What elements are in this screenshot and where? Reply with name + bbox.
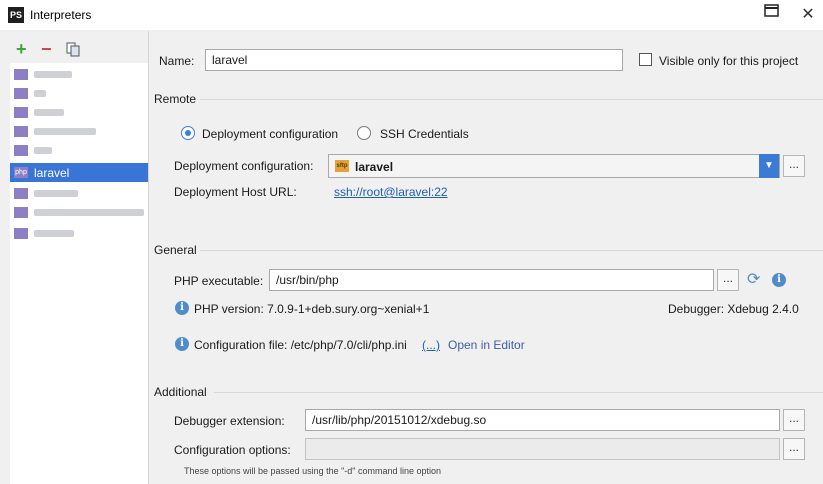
window-title: Interpreters <box>30 8 92 22</box>
interpreter-list: php laravel <box>10 63 148 484</box>
close-button[interactable]: ✕ <box>796 4 820 24</box>
php-interpreter-icon <box>14 126 28 137</box>
list-item[interactable] <box>10 122 148 141</box>
section-divider <box>200 99 823 100</box>
blurred-label <box>34 190 78 197</box>
info-icon: i <box>175 337 189 351</box>
deployment-config-label: Deployment configuration: <box>174 159 314 173</box>
list-item-label: laravel <box>34 165 70 180</box>
deployment-config-radio-label: Deployment configuration <box>202 127 339 141</box>
php-interpreter-icon <box>14 188 28 199</box>
list-item[interactable] <box>10 65 148 84</box>
php-interpreter-icon <box>14 145 28 156</box>
deployment-config-radio[interactable] <box>181 126 195 140</box>
list-item[interactable] <box>10 224 148 243</box>
ssh-credentials-radio-label: SSH Credentials <box>380 127 469 141</box>
section-title-additional: Additional <box>154 385 207 399</box>
visible-only-label: Visible only for this project <box>659 54 799 68</box>
blurred-label <box>34 109 64 116</box>
section-divider <box>200 250 823 251</box>
php-interpreter-icon <box>14 88 28 99</box>
visible-only-checkbox[interactable] <box>639 53 652 66</box>
debugger-extension-browse-button[interactable]: ... <box>783 409 805 431</box>
php-interpreter-icon <box>14 107 28 118</box>
name-input[interactable]: laravel <box>205 49 623 71</box>
title-bar <box>0 0 823 30</box>
restore-icon <box>764 4 779 17</box>
list-item[interactable] <box>10 184 148 203</box>
blurred-label <box>34 90 46 97</box>
php-interpreter-icon <box>14 69 28 80</box>
panel-divider <box>148 31 149 484</box>
config-options-hint: These options will be passed using the "… <box>184 466 442 476</box>
restore-button[interactable] <box>756 1 786 21</box>
config-options-label: Configuration options: <box>174 443 291 457</box>
deployment-config-browse-button[interactable]: ... <box>783 155 805 177</box>
blurred-label <box>34 209 144 216</box>
section-title-remote: Remote <box>154 92 197 106</box>
blurred-label <box>34 230 74 237</box>
php-interpreter-icon: php <box>14 167 28 178</box>
ssh-credentials-radio[interactable] <box>357 126 371 140</box>
debugger-text: Debugger: Xdebug 2.4.0 <box>668 302 799 316</box>
list-item[interactable] <box>10 141 148 160</box>
php-version-text: PHP version: 7.0.9-1+deb.sury.org~xenial… <box>194 302 430 316</box>
config-options-input[interactable] <box>305 438 780 460</box>
phpstorm-icon: PS <box>8 7 24 23</box>
copy-icon <box>66 42 80 57</box>
debugger-extension-label: Debugger extension: <box>174 414 285 428</box>
debugger-extension-input[interactable]: /usr/lib/php/20151012/xdebug.so <box>305 409 780 431</box>
php-interpreter-icon <box>14 228 28 239</box>
php-executable-browse-button[interactable]: ... <box>717 269 739 291</box>
open-in-editor-link[interactable]: Open in Editor <box>448 338 525 352</box>
deployment-config-select[interactable]: sftp laravel ▼ <box>328 154 780 178</box>
sftp-icon: sftp <box>335 160 349 172</box>
config-options-browse-button[interactable]: ... <box>783 438 805 460</box>
reload-icon[interactable]: ⟳ <box>747 272 760 288</box>
remove-interpreter-button[interactable]: − <box>41 40 52 58</box>
name-label: Name: <box>159 54 195 68</box>
list-item[interactable] <box>10 203 148 222</box>
info-icon: i <box>175 301 189 315</box>
config-file-text: Configuration file: /etc/php/7.0/cli/php… <box>194 338 407 352</box>
config-file-more-link[interactable]: (...) <box>422 338 440 352</box>
section-divider <box>214 392 823 393</box>
php-executable-input[interactable]: /usr/bin/php <box>269 269 714 291</box>
info-icon[interactable]: i <box>772 273 786 287</box>
host-url-label: Deployment Host URL: <box>174 185 297 199</box>
list-item[interactable] <box>10 84 148 103</box>
php-interpreter-icon <box>14 207 28 218</box>
blurred-label <box>34 147 52 154</box>
deployment-config-value: laravel <box>355 160 394 174</box>
add-interpreter-button[interactable]: + <box>16 40 27 58</box>
blurred-label <box>34 128 96 135</box>
chevron-down-icon[interactable]: ▼ <box>759 154 779 178</box>
section-title-general: General <box>154 243 197 257</box>
blurred-label <box>34 71 72 78</box>
list-item[interactable] <box>10 103 148 122</box>
php-executable-label: PHP executable: <box>174 274 264 288</box>
list-item-laravel[interactable]: php laravel <box>10 163 148 182</box>
host-url-link[interactable]: ssh://root@laravel:22 <box>334 185 448 199</box>
copy-interpreter-button[interactable] <box>66 42 80 57</box>
